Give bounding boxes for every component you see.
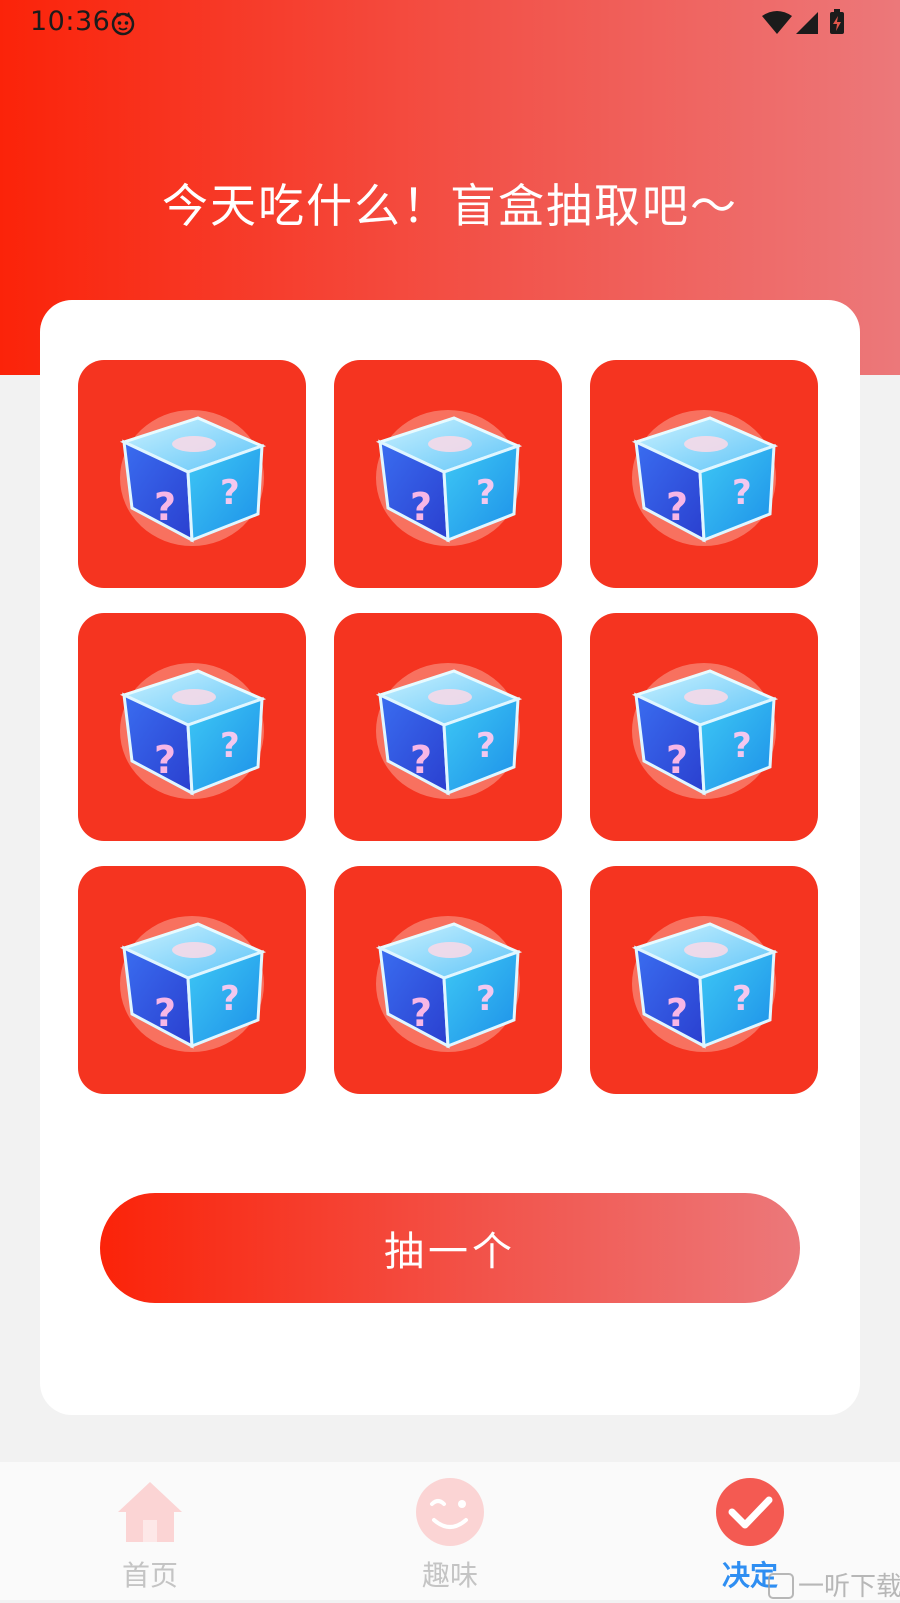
blind-box-2[interactable]: [334, 360, 562, 588]
blind-box-card: 抽一个: [40, 300, 860, 1415]
blind-box-cube-icon: [624, 906, 784, 1056]
blind-box-cube-icon: [112, 653, 272, 803]
cat-notification-icon: [111, 12, 135, 36]
blind-box-cube-icon: [624, 653, 784, 803]
blind-box-7[interactable]: [78, 866, 306, 1094]
blind-box-3[interactable]: [590, 360, 818, 588]
blind-box-5[interactable]: [334, 613, 562, 841]
nav-label-fun: 趣味: [421, 1559, 478, 1592]
blind-box-cube-icon: [112, 906, 272, 1056]
wifi-icon: [762, 11, 792, 34]
blind-box-cube-icon: [112, 400, 272, 550]
battery-charging-icon: [830, 9, 844, 34]
blind-box-cube-icon: [624, 400, 784, 550]
home-icon: [118, 1482, 182, 1542]
system-status-icons: [762, 9, 844, 34]
status-bar: 10:36: [0, 0, 900, 48]
blind-box-cube-icon: [368, 400, 528, 550]
blind-box-8[interactable]: [334, 866, 562, 1094]
bottom-nav: 首页 趣味 决定: [0, 1462, 900, 1600]
blind-box-4[interactable]: [78, 613, 306, 841]
blind-box-cube-icon: [368, 653, 528, 803]
wink-face-icon: [416, 1478, 484, 1546]
blind-box-cube-icon: [368, 906, 528, 1056]
draw-one-button[interactable]: 抽一个: [100, 1193, 800, 1303]
watermark-text: 一听下载: [798, 1572, 900, 1602]
checkmark-icon: [716, 1478, 784, 1546]
cell-signal-icon: [796, 12, 818, 34]
watermark-logo-icon: [768, 1573, 794, 1599]
nav-item-fun[interactable]: 趣味: [300, 1462, 600, 1600]
blind-box-1[interactable]: [78, 360, 306, 588]
nav-item-home[interactable]: 首页: [0, 1462, 300, 1600]
blind-box-9[interactable]: [590, 866, 818, 1094]
nav-label-home: 首页: [121, 1559, 178, 1592]
page-title: 今天吃什么！盲盒抽取吧～: [162, 179, 738, 233]
watermark: 一听下载: [768, 1566, 900, 1602]
blind-box-6[interactable]: [590, 613, 818, 841]
blind-box-grid: [78, 360, 818, 1104]
status-time: 10:36: [30, 6, 111, 37]
